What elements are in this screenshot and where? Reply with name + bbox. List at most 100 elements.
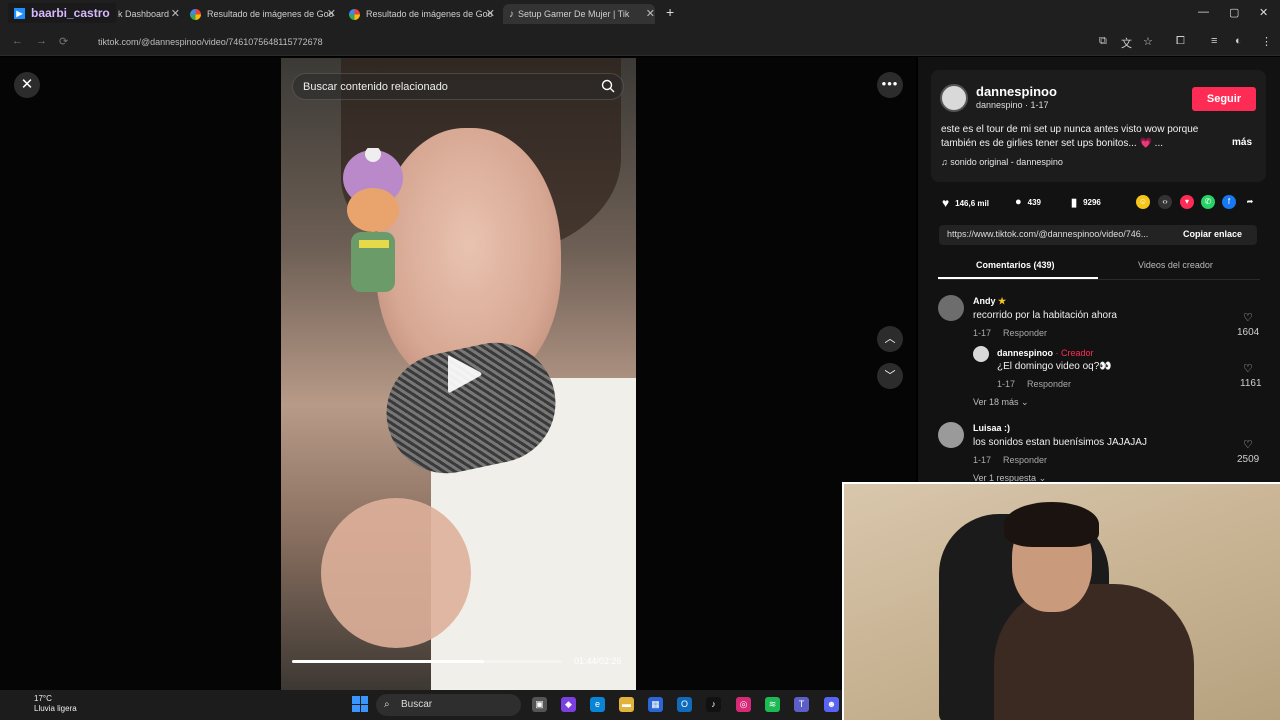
store-icon[interactable]: ▦ — [648, 697, 663, 712]
webcam-streamer-hair — [1004, 502, 1099, 547]
reading-list-icon[interactable]: ≡ — [1211, 35, 1217, 47]
copilot-icon[interactable]: ◆ — [561, 697, 576, 712]
whatsapp-icon[interactable]: ✆ — [1201, 195, 1215, 209]
weather-temp: 17°C — [34, 694, 52, 703]
more-options-button[interactable]: ••• — [877, 72, 903, 98]
tiktok-icon[interactable]: ♪ — [706, 697, 721, 712]
reply-button[interactable]: Responder — [1003, 328, 1047, 338]
author-username[interactable]: dannespinoo — [976, 84, 1057, 99]
new-tab-icon[interactable]: + — [666, 4, 674, 20]
translate-icon[interactable]: 文 — [1121, 35, 1132, 51]
bookmark-star-icon[interactable]: ☆ — [1143, 35, 1153, 48]
heart-icon[interactable]: ♡ — [1243, 311, 1253, 324]
taskbar-search-label: Buscar — [401, 699, 433, 710]
extensions-icon[interactable]: ⧠ — [1176, 35, 1185, 48]
video-description: este es el tour de mi set up nunca antes… — [941, 124, 1199, 149]
streamer-overlay: ▶ baarbi_castro — [8, 3, 116, 23]
facebook-icon[interactable]: f — [1222, 195, 1236, 209]
avatar[interactable] — [973, 346, 989, 362]
like-stat[interactable]: ♥ 146,6 mil — [942, 196, 989, 210]
tab-google-images-2[interactable]: Resultado de imágenes de Goo ✕ — [349, 4, 495, 24]
instagram-icon[interactable]: ◎ — [736, 697, 751, 712]
video-progress-fill — [292, 660, 484, 663]
comment-author[interactable]: dannespinoo · Creador — [997, 348, 1094, 358]
url-field[interactable]: tiktok.com/@dannespinoo/video/7461075648… — [98, 32, 1058, 52]
tab-label: Resultado de imágenes de Goo — [207, 9, 334, 19]
more-description-link[interactable]: más — [1232, 137, 1252, 148]
view-more-replies[interactable]: Ver 18 más ⌄ — [973, 397, 1029, 408]
video-frame-doll — [343, 148, 403, 292]
back-icon[interactable]: ← — [12, 35, 23, 47]
task-view-icon[interactable]: ▣ — [532, 697, 547, 712]
reply-button[interactable]: Responder — [1003, 455, 1047, 465]
reload-icon[interactable]: ⟳ — [59, 35, 68, 48]
forward-icon[interactable]: → — [36, 35, 47, 47]
close-icon: ✕ — [20, 76, 34, 93]
save-stat[interactable]: ▮ 9296 — [1071, 196, 1101, 209]
reply-button[interactable]: Responder — [1027, 379, 1071, 389]
restore-icon[interactable]: ▢ — [1229, 6, 1239, 19]
tab-google-images-1[interactable]: Resultado de imágenes de Goo ✕ — [190, 4, 336, 24]
spotify-icon[interactable]: ≋ — [765, 697, 780, 712]
close-icon[interactable]: ✕ — [646, 7, 655, 20]
comment-author-name: Andy — [973, 296, 996, 306]
share-arrow-icon[interactable]: ➦ — [1243, 195, 1257, 209]
comment-likes: 2509 — [1237, 454, 1260, 465]
avatar[interactable] — [938, 295, 964, 321]
minimize-icon[interactable]: — — [1198, 6, 1209, 18]
browser-menu-icon[interactable]: ⋮ — [1261, 35, 1272, 48]
divider — [938, 279, 1260, 280]
discord-icon[interactable]: ☻ — [824, 697, 839, 712]
windows-start-icon[interactable] — [352, 696, 368, 712]
tab-creator-videos[interactable]: Videos del creador — [1138, 260, 1213, 270]
follow-button[interactable]: Seguir — [1192, 87, 1256, 111]
tab-comments[interactable]: Comentarios (439) — [976, 260, 1055, 270]
embed-icon[interactable]: ‹› — [1158, 195, 1172, 209]
close-icon[interactable]: ✕ — [171, 7, 180, 20]
teams-icon[interactable]: T — [794, 697, 809, 712]
video-time: 01:44/02:26 — [574, 656, 622, 666]
file-explorer-icon[interactable]: ▬ — [619, 697, 634, 712]
streamer-name: baarbi_castro — [31, 6, 110, 20]
tab-tiktok[interactable]: ♪ Setup Gamer De Mujer | Tik ✕ — [503, 4, 655, 24]
close-icon[interactable]: ✕ — [327, 7, 336, 20]
heart-icon[interactable]: ♡ — [1243, 362, 1253, 375]
outlook-icon[interactable]: O — [677, 697, 692, 712]
avatar[interactable] — [938, 422, 964, 448]
like-count: 146,6 mil — [955, 198, 989, 208]
comment-author[interactable]: Andy ★ — [973, 296, 1006, 307]
author-subline: dannespino · 1-17 — [976, 100, 1049, 110]
video-progress-bar[interactable] — [292, 660, 562, 663]
coin-icon[interactable]: ☺ — [1136, 195, 1150, 209]
profile-icon[interactable]: ◐ — [1235, 35, 1242, 47]
window-close-icon[interactable]: ✕ — [1259, 6, 1268, 19]
taskbar-search[interactable]: ⌕ Buscar — [376, 694, 521, 716]
weather-label: Lluvia ligera — [34, 704, 77, 713]
related-search-input[interactable]: Buscar contenido relacionado — [292, 73, 624, 100]
tab-dashboard[interactable]: k Dashboard ✕ — [118, 4, 180, 24]
tab-label: Resultado de imágenes de Goo — [366, 9, 493, 19]
comment-text: recorrido por la habitación ahora — [973, 310, 1117, 321]
video-frame-hand — [321, 498, 471, 648]
next-video-button[interactable]: ﹀ — [877, 363, 903, 389]
previous-video-button[interactable]: ︿ — [877, 326, 903, 352]
view-more-label: Ver 18 más — [973, 397, 1019, 407]
video-link[interactable]: https://www.tiktok.com/@dannespinoo/vide… — [947, 229, 1172, 239]
webcam-overlay — [842, 482, 1280, 720]
heart-icon[interactable]: ♡ — [1243, 438, 1253, 451]
comment-text: los sonidos estan buenísimos JAJAJAJ — [973, 437, 1147, 448]
play-icon[interactable] — [444, 352, 484, 396]
send-icon[interactable]: ▾ — [1180, 195, 1194, 209]
avatar[interactable] — [940, 84, 968, 112]
close-icon[interactable]: ✕ — [486, 7, 495, 20]
comment-stat[interactable]: ● 439 — [1015, 196, 1041, 208]
close-video-button[interactable]: ✕ — [14, 72, 40, 98]
edge-icon[interactable]: e — [590, 697, 605, 712]
cast-icon[interactable]: ⧉ — [1099, 35, 1107, 48]
weather-widget[interactable]: 17°C Lluvia ligera — [12, 694, 77, 714]
search-icon[interactable] — [601, 79, 615, 93]
copy-link-button[interactable]: Copiar enlace — [1183, 229, 1242, 239]
sound-link[interactable]: ♫ sonido original - dannespino — [941, 157, 1063, 167]
comment-author[interactable]: Luisaa :) — [973, 423, 1010, 433]
tab-label: k Dashboard — [118, 9, 170, 19]
